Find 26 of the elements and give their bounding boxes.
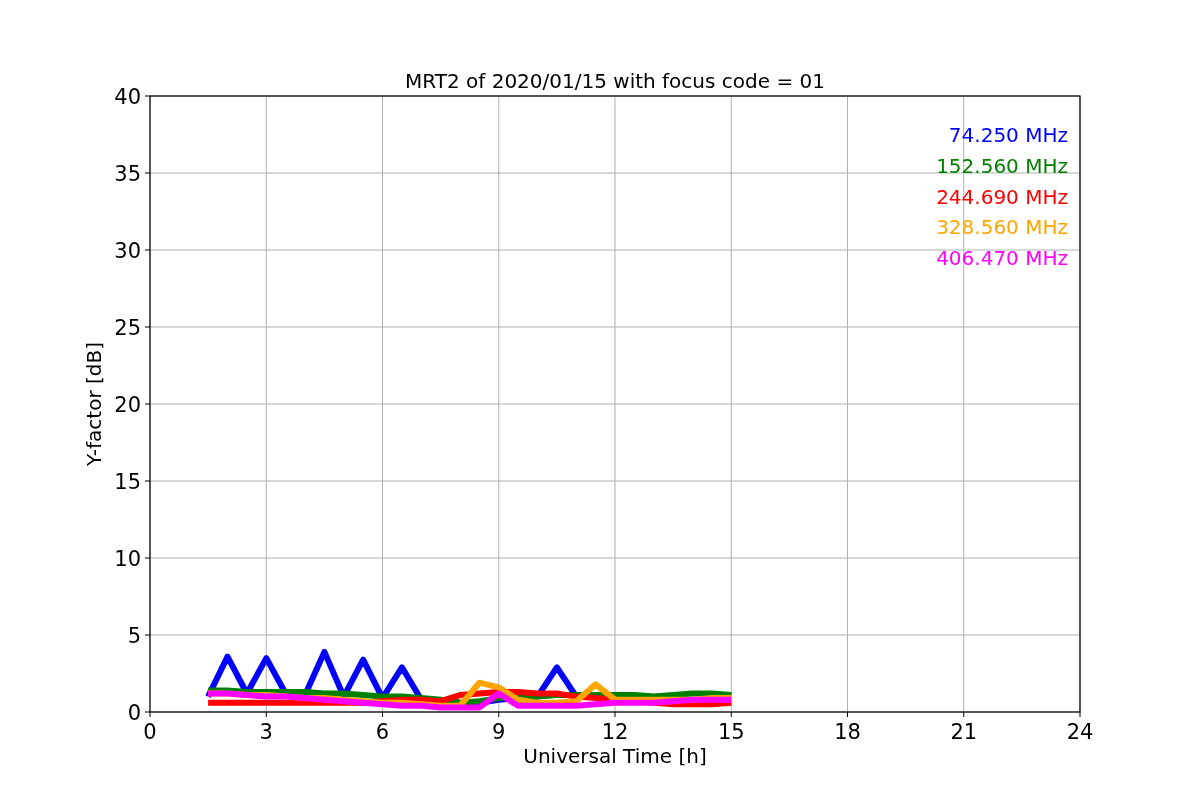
chart-title: MRT2 of 2020/01/15 with focus code = 01: [405, 69, 825, 93]
tick-label: 15: [114, 470, 141, 494]
tick-label: 0: [127, 701, 141, 725]
legend-label: 74.250 MHz: [948, 123, 1068, 147]
tick-label: 25: [114, 316, 141, 340]
tick-label: 20: [114, 393, 141, 417]
axis-label: Y-factor [dB]: [82, 342, 106, 466]
tick-label: 3: [259, 720, 273, 744]
legend-label: 328.560 MHz: [936, 215, 1068, 240]
tick-label: 30: [114, 239, 141, 263]
legend-label: 152.560 MHz: [936, 153, 1068, 178]
legend-label: 244.690 MHz: [936, 184, 1068, 209]
tick-label: 0: [143, 720, 157, 744]
tick-label: 21: [950, 720, 978, 744]
tick-label: 10: [114, 547, 141, 571]
legend-label: 406.470 MHz: [936, 246, 1068, 271]
tick-label: 24: [1066, 720, 1094, 744]
axis-label: Universal Time [h]: [523, 744, 707, 768]
tick-label: 15: [717, 720, 745, 744]
tick-label: 35: [114, 162, 141, 186]
tick-label: 6: [375, 720, 390, 744]
tick-label: 40: [114, 85, 141, 109]
tick-label: 9: [492, 720, 506, 744]
tick-label: 18: [834, 720, 861, 744]
tick-label: 5: [127, 624, 141, 648]
tick-label: 12: [601, 720, 629, 744]
